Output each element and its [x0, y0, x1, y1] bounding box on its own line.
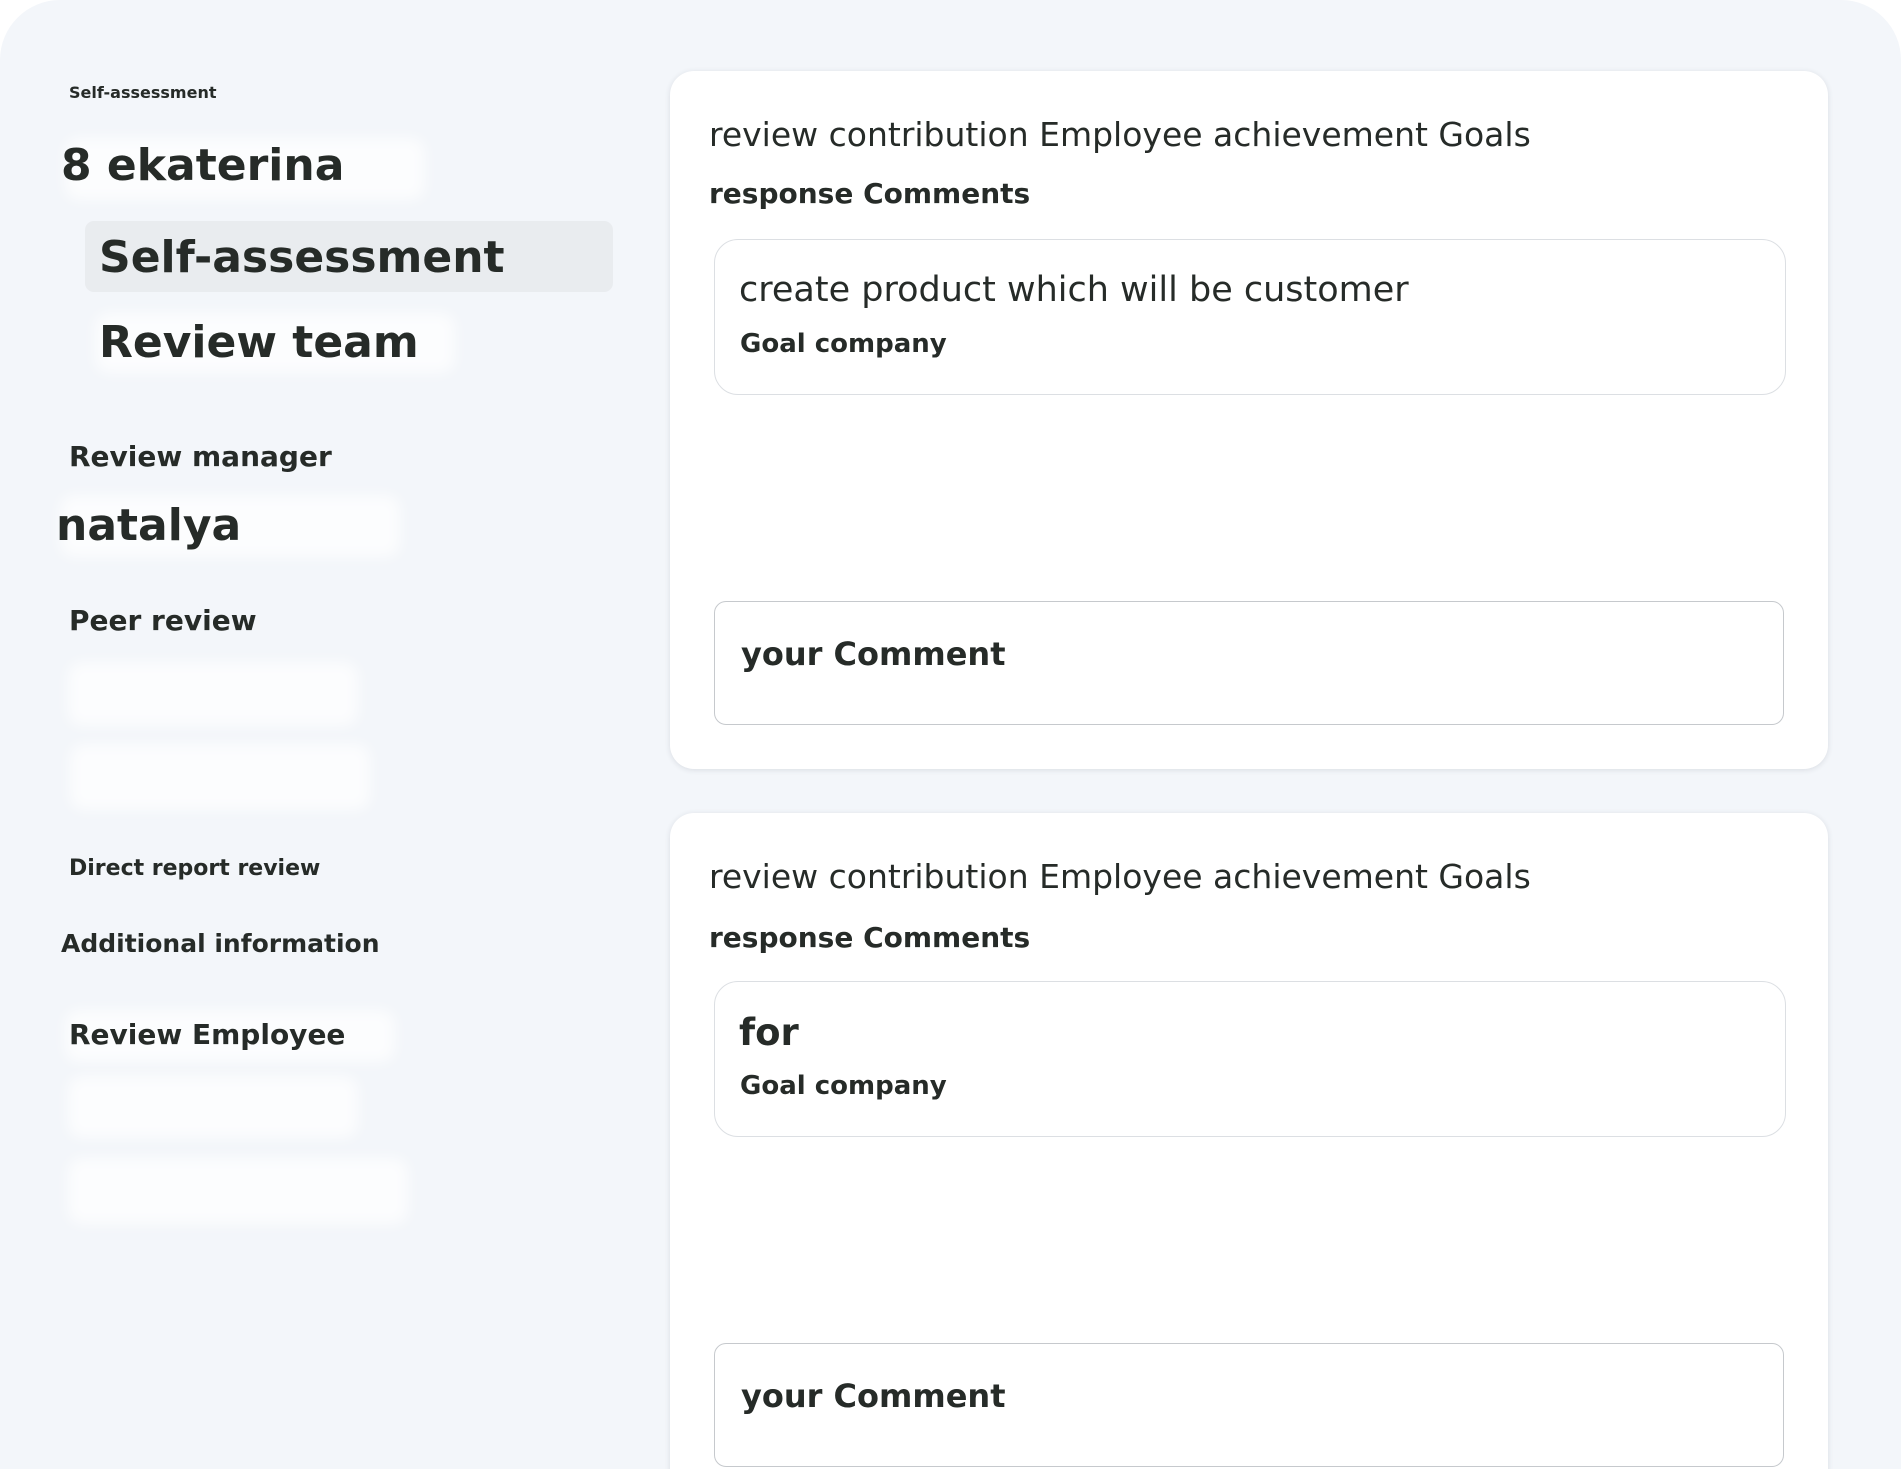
review-manager-heading: Review manager	[69, 440, 332, 473]
card-subtitle: response Comments	[709, 921, 1031, 954]
card-title: review contribution Employee achievement…	[709, 115, 1531, 154]
app-window: Self-assessment 8 ekaterina Self-assessm…	[0, 0, 1901, 1469]
comment-field[interactable]: your Comment	[714, 601, 1784, 725]
employee-name: 8 ekaterina	[61, 140, 345, 191]
goal-label: Goal company	[740, 1071, 947, 1101]
goal-review-card: review contribution Employee achievement…	[670, 813, 1828, 1469]
comment-field[interactable]: your Comment	[714, 1343, 1784, 1467]
goal-review-card: review contribution Employee achievement…	[670, 71, 1828, 769]
peer-review-heading: Peer review	[69, 604, 257, 637]
goal-box: for Goal company	[714, 981, 1786, 1137]
card-subtitle: response Comments	[709, 177, 1031, 210]
manager-name: natalya	[56, 500, 242, 551]
goal-text: for	[739, 1011, 799, 1054]
nav-item-review-team[interactable]: Review team	[99, 317, 419, 368]
blurred-peer-item	[70, 744, 370, 810]
section-label: Self-assessment	[69, 83, 217, 102]
nav-item-self-assessment[interactable]: Self-assessment	[99, 232, 505, 283]
blurred-peer-item	[68, 662, 358, 726]
blurred-employee-item	[68, 1158, 408, 1224]
sidebar: Self-assessment 8 ekaterina Self-assessm…	[0, 0, 640, 1469]
goal-box: create product which will be customer Go…	[714, 239, 1786, 395]
direct-report-heading: Direct report review	[69, 856, 321, 881]
card-title: review contribution Employee achievement…	[709, 857, 1531, 896]
additional-info-heading: Additional information	[61, 929, 380, 958]
review-employee-heading: Review Employee	[69, 1018, 346, 1051]
blurred-employee-item	[68, 1076, 358, 1138]
goal-label: Goal company	[740, 329, 947, 359]
goal-text: create product which will be customer	[739, 270, 1409, 310]
